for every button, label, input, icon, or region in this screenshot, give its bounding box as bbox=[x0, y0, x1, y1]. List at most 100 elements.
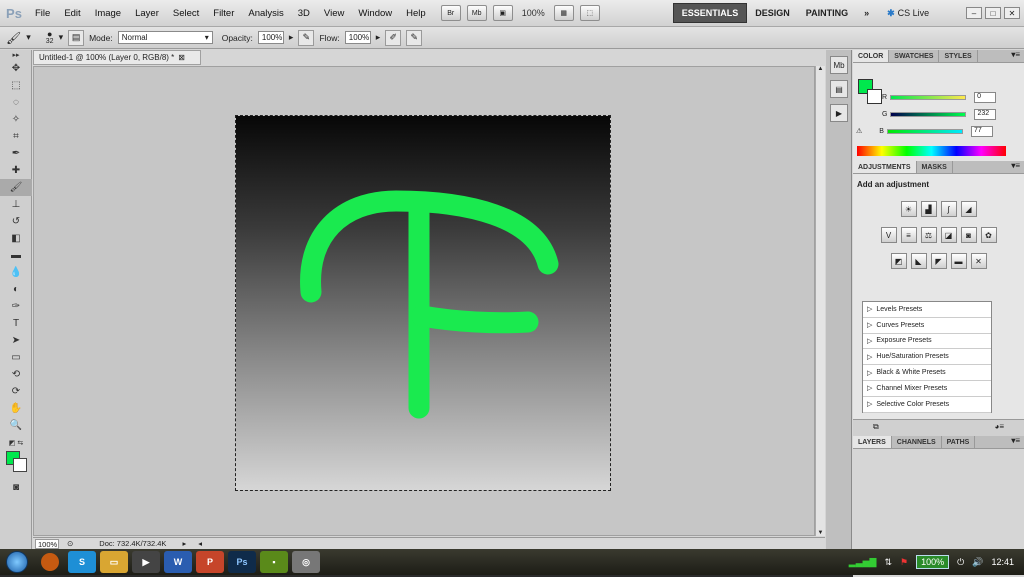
vibrance-icon[interactable]: V bbox=[880, 227, 897, 243]
scroll-up-icon[interactable]: ▲ bbox=[816, 66, 825, 72]
panel-menu-icon[interactable]: ▾≡ bbox=[1011, 436, 1024, 448]
slider-g-value[interactable]: 232 bbox=[974, 108, 997, 120]
pressure-opacity-icon[interactable]: ✎ bbox=[298, 29, 315, 46]
color-balance-icon[interactable]: ⚖ bbox=[920, 227, 937, 243]
history-panel-icon[interactable]: ▤ bbox=[830, 80, 848, 98]
photoshop-icon[interactable]: Ps bbox=[228, 551, 256, 573]
history-brush-tool-icon[interactable]: ↺ bbox=[0, 213, 32, 230]
adjustments-options-icon[interactable]: ◕≡ bbox=[995, 422, 1005, 436]
list-item[interactable]: ▷ Black & White Presets bbox=[863, 365, 991, 381]
selective-color-icon[interactable]: ✕ bbox=[970, 253, 987, 269]
3d-rotate-tool-icon[interactable]: ⟲ bbox=[0, 366, 32, 383]
powerpoint-icon[interactable]: P bbox=[196, 551, 224, 573]
minibridge-panel-icon[interactable]: Mb bbox=[830, 56, 848, 74]
slider-g-track[interactable] bbox=[890, 111, 967, 117]
move-tool-icon[interactable]: ✥ bbox=[0, 60, 32, 77]
vertical-scrollbar[interactable]: ▲ ▼ bbox=[815, 66, 825, 536]
clock[interactable]: 12:41 bbox=[991, 557, 1014, 567]
threshold-icon[interactable]: ◤ bbox=[930, 253, 947, 269]
canvas[interactable] bbox=[235, 115, 611, 491]
document-tab[interactable]: Untitled-1 @ 100% (Layer 0, RGB/8) * ⊠ bbox=[33, 50, 201, 65]
list-item[interactable]: ▷ Hue/Saturation Presets bbox=[863, 349, 991, 366]
skype-icon[interactable]: S bbox=[68, 551, 96, 573]
menu-analysis[interactable]: Analysis bbox=[241, 8, 290, 19]
status-zoom-icon[interactable]: ⊙ bbox=[67, 539, 73, 548]
menu-help[interactable]: Help bbox=[399, 8, 433, 19]
menu-layer[interactable]: Layer bbox=[128, 8, 166, 19]
tab-color[interactable]: COLOR bbox=[853, 50, 890, 62]
scroll-left-icon[interactable]: ◂ bbox=[198, 539, 202, 548]
hue-saturation-icon[interactable]: ≡ bbox=[900, 227, 917, 243]
gradient-map-icon[interactable]: ▬ bbox=[950, 253, 967, 269]
clip-to-layer-icon[interactable]: ⧉ bbox=[873, 422, 879, 436]
list-item[interactable]: ▷ Exposure Presets bbox=[863, 334, 991, 350]
path-select-tool-icon[interactable]: ➤ bbox=[0, 332, 32, 349]
shape-tool-icon[interactable]: ▭ bbox=[0, 349, 32, 366]
list-item[interactable]: ▷ Levels Presets bbox=[863, 302, 991, 318]
signal-icon[interactable]: ▂▃▅▇ bbox=[849, 557, 877, 568]
slider-b[interactable]: ⚠ B 77 bbox=[856, 125, 993, 137]
game-icon[interactable]: ▪ bbox=[260, 551, 288, 573]
slider-r-track[interactable] bbox=[890, 94, 967, 100]
menu-3d[interactable]: 3D bbox=[291, 8, 317, 19]
tab-masks[interactable]: MASKS bbox=[917, 161, 953, 173]
zoom-tool-icon[interactable]: 🔍 bbox=[0, 417, 32, 434]
crop-tool-icon[interactable]: ⌗ bbox=[0, 128, 32, 145]
tab-adjustments[interactable]: ADJUSTMENTS bbox=[853, 161, 917, 173]
opacity-field[interactable]: 100% bbox=[257, 31, 284, 44]
airbrush-icon[interactable]: ✐ bbox=[385, 29, 402, 46]
bridge-button[interactable]: Br bbox=[440, 5, 461, 21]
folder-icon[interactable]: ▭ bbox=[100, 551, 128, 573]
eyedropper-tool-icon[interactable]: ✒ bbox=[0, 145, 32, 162]
default-colors-icon[interactable]: ◩ ⇆ bbox=[0, 434, 32, 451]
firefox-icon[interactable] bbox=[41, 553, 59, 571]
minimize-icon[interactable]: – bbox=[966, 7, 982, 19]
media-player-icon[interactable]: ▶ bbox=[132, 551, 160, 573]
close-icon[interactable]: ✕ bbox=[1004, 7, 1020, 19]
warning-icon[interactable]: ⚠ bbox=[856, 127, 862, 135]
flow-slider-icon[interactable]: ▸ bbox=[376, 32, 381, 43]
menu-file[interactable]: File bbox=[28, 8, 57, 19]
close-tab-icon[interactable]: ⊠ bbox=[178, 53, 185, 62]
arrange-documents-icon[interactable]: ▦ bbox=[553, 5, 574, 21]
flow-field[interactable]: 100% bbox=[344, 31, 371, 44]
tab-channels[interactable]: CHANNELS bbox=[892, 436, 942, 448]
opacity-slider-icon[interactable]: ▸ bbox=[289, 32, 294, 43]
screen-mode-icon[interactable]: ⬚ bbox=[579, 5, 600, 21]
minibridge-button[interactable]: Mb bbox=[466, 5, 487, 21]
word-icon[interactable]: W bbox=[164, 551, 192, 573]
black-white-icon[interactable]: ◪ bbox=[940, 227, 957, 243]
list-item[interactable]: ▷ Selective Color Presets bbox=[863, 397, 991, 413]
battery-indicator[interactable]: 100% bbox=[916, 555, 950, 569]
start-button[interactable] bbox=[0, 549, 34, 575]
brush-preset-picker[interactable]: ● 32 bbox=[46, 30, 54, 46]
tab-layers[interactable]: LAYERS bbox=[853, 436, 892, 448]
flag-icon[interactable]: ⚑ bbox=[900, 557, 908, 568]
status-menu-icon[interactable]: ▸ bbox=[182, 539, 186, 548]
list-item[interactable]: ▷ Curves Presets bbox=[863, 318, 991, 334]
type-tool-icon[interactable]: T bbox=[0, 315, 32, 332]
color-swatches[interactable] bbox=[0, 451, 31, 473]
background-color-swatch[interactable] bbox=[13, 458, 27, 472]
mode-select[interactable]: Normal ▾ bbox=[117, 31, 213, 44]
color-spectrum-bar[interactable] bbox=[857, 146, 1006, 156]
menu-select[interactable]: Select bbox=[166, 8, 206, 19]
quick-select-tool-icon[interactable]: ✧ bbox=[0, 111, 32, 128]
network-icon[interactable]: ⇅ bbox=[884, 557, 892, 568]
actions-panel-icon[interactable]: ▶ bbox=[830, 104, 848, 122]
exposure-icon[interactable]: ◢ bbox=[960, 201, 977, 217]
menu-window[interactable]: Window bbox=[351, 8, 399, 19]
brush-tool-icon[interactable]: 🖌 bbox=[0, 179, 32, 196]
zoom-level[interactable]: 100% bbox=[522, 8, 545, 18]
chevron-down-icon[interactable]: ▾ bbox=[59, 32, 64, 43]
brush-panel-icon[interactable]: ▤ bbox=[68, 29, 85, 46]
levels-icon[interactable]: ▟ bbox=[920, 201, 937, 217]
workspace-painting[interactable]: PAINTING bbox=[798, 3, 856, 23]
tab-paths[interactable]: PATHS bbox=[942, 436, 976, 448]
collapse-toolbox-icon[interactable]: ▸▸ bbox=[0, 50, 32, 60]
slider-g[interactable]: G 232 bbox=[882, 108, 997, 120]
pen-tool-icon[interactable]: ✑ bbox=[0, 298, 32, 315]
brightness-contrast-icon[interactable]: ☀ bbox=[900, 201, 917, 217]
brush-tool-icon[interactable]: 🖌 bbox=[6, 31, 21, 45]
background-color-swatch[interactable] bbox=[867, 89, 882, 104]
